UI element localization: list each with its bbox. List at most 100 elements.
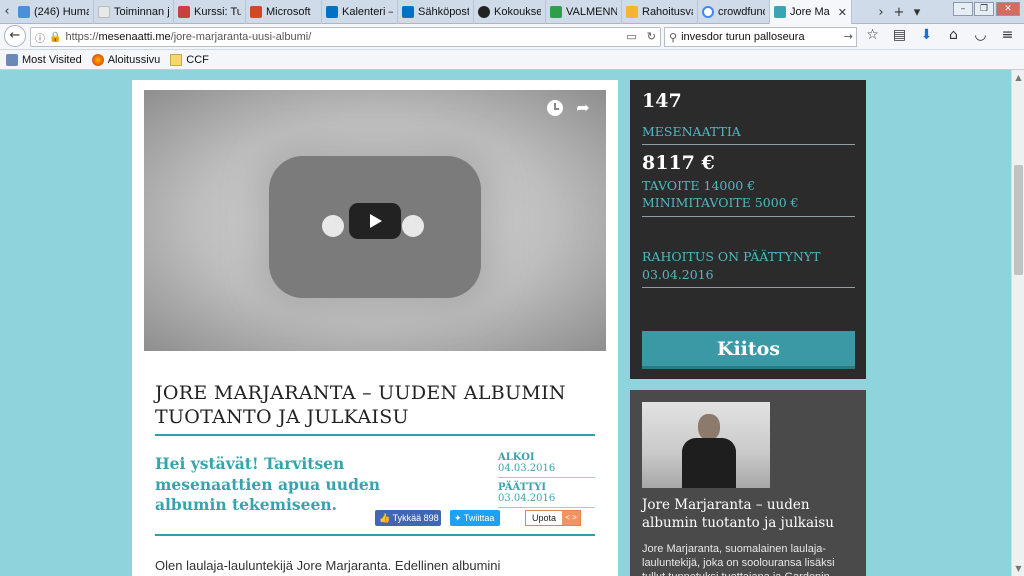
- tab[interactable]: Kalenteri –: [322, 0, 398, 24]
- url-prefix: https://: [65, 31, 99, 43]
- google-icon: [702, 6, 714, 18]
- play-button-icon[interactable]: [349, 203, 401, 239]
- artist-photo-body: [682, 438, 736, 488]
- end-date-label: PÄÄTTYI: [498, 482, 547, 493]
- firefox-icon: [91, 53, 104, 66]
- thumbs-up-icon: 👍: [379, 513, 391, 523]
- tweet-button[interactable]: ✦ Twiittaa: [450, 510, 500, 526]
- artist-photo-head: [698, 414, 720, 440]
- tab-favicon-icon: [98, 6, 110, 18]
- url-bar[interactable]: ⓘ 🔒 https://mesenaatti.me/jore-marjarant…: [30, 27, 661, 47]
- tab-favicon-icon: [178, 6, 190, 18]
- related-project-title[interactable]: Jore Marjaranta – uuden albumin tuotanto…: [642, 496, 857, 532]
- project-main-column: ➦ JORE MARJARANTA – UUDEN ALBUMIN TUOTAN…: [132, 80, 618, 576]
- watch-later-icon[interactable]: [547, 100, 563, 116]
- scroll-down-icon[interactable]: ▼: [1014, 564, 1023, 573]
- tab-scroll-left-icon[interactable]: ‹: [0, 3, 14, 21]
- minimize-icon[interactable]: –: [953, 2, 973, 16]
- project-title: JORE MARJARANTA – UUDEN ALBUMIN TUOTANTO…: [155, 382, 566, 428]
- bookmark-aloitussivu[interactable]: Aloitussivu: [91, 53, 160, 66]
- slides-icon: [626, 6, 638, 18]
- search-go-icon[interactable]: →: [844, 30, 853, 43]
- like-label: Tykkää: [392, 513, 422, 523]
- page-content: ➦ JORE MARJARANTA – UUDEN ALBUMIN TUOTAN…: [0, 70, 1011, 576]
- tab[interactable]: Kurssi: Tuo: [174, 0, 246, 24]
- funding-status: RAHOITUS ON PÄÄTTYNYT: [642, 249, 821, 264]
- tab-scroll-right-icon[interactable]: ›: [872, 5, 890, 20]
- start-date-value: 04.03.2016: [498, 463, 556, 474]
- window-close-icon[interactable]: ✕: [996, 2, 1020, 16]
- reload-icon[interactable]: ↻: [647, 30, 656, 43]
- tab-close-icon[interactable]: ✕: [838, 6, 847, 19]
- tab-favicon-icon: [18, 6, 30, 18]
- bookmarks-bar: Most Visited Aloitussivu CCF: [0, 50, 1024, 70]
- home-icon[interactable]: ⌂: [945, 27, 962, 43]
- embed-button[interactable]: Upota < >: [525, 510, 581, 526]
- project-dates: ALKOI 04.03.2016 PÄÄTTYI 03.04.2016: [498, 448, 595, 508]
- tab-label: Kurssi: Tuo: [194, 6, 241, 18]
- pocket-icon[interactable]: ◡: [972, 27, 989, 43]
- video-player[interactable]: ➦: [144, 90, 606, 351]
- tab-label: VALMENN: [566, 6, 617, 18]
- lock-icon: 🔒: [49, 31, 62, 43]
- divider: [642, 287, 855, 288]
- facebook-like-button[interactable]: 👍 Tykkää 898: [375, 510, 441, 526]
- start-date: ALKOI 04.03.2016: [498, 448, 595, 478]
- restore-icon[interactable]: ❐: [974, 2, 994, 16]
- tab[interactable]: Sähköposti: [398, 0, 474, 24]
- tab-list: (246) HumakP Toiminnan ja r Kurssi: Tuo …: [14, 0, 852, 24]
- search-input[interactable]: [681, 31, 842, 43]
- url-path: /jore-marjaranta-uusi-albumi/: [170, 31, 312, 43]
- url-text: https://mesenaatti.me/jore-marjaranta-uu…: [65, 31, 311, 43]
- code-icon: < >: [562, 511, 580, 525]
- divider: [642, 144, 855, 145]
- folder-icon: [170, 53, 183, 66]
- url-actions: ▭ ↻: [626, 30, 656, 43]
- back-arrow-icon[interactable]: ←: [4, 25, 26, 47]
- project-lead: Hei ystävät! Tarvitsen mesenaattien apua…: [155, 454, 381, 514]
- tab-label: crowdfund: [718, 6, 765, 18]
- new-tab-icon[interactable]: +: [890, 5, 908, 20]
- reader-view-icon[interactable]: ▭: [626, 30, 636, 43]
- share-icon[interactable]: ➦: [574, 99, 592, 117]
- scroll-up-icon[interactable]: ▲: [1014, 73, 1023, 82]
- tab[interactable]: Kokoukset: [474, 0, 546, 24]
- related-project-card[interactable]: Jore Marjaranta – uuden albumin tuotanto…: [630, 390, 866, 576]
- info-icon[interactable]: ⓘ: [35, 30, 45, 45]
- menu-icon[interactable]: ≡: [999, 27, 1016, 43]
- twitter-bird-icon: ✦: [454, 513, 462, 523]
- tab[interactable]: VALMENN: [546, 0, 622, 24]
- related-project-text: Jore Marjaranta, suomalainen laulaja-lau…: [642, 543, 835, 576]
- download-icon[interactable]: ⬇: [918, 27, 935, 43]
- funding-stats-panel: 147 MESENAATTIA 8117 € TAVOITE 14000 € M…: [630, 80, 866, 379]
- scrollbar-thumb[interactable]: [1014, 165, 1023, 275]
- bookmark-star-icon[interactable]: ☆: [864, 27, 881, 43]
- search-bar[interactable]: ⚲ →: [664, 27, 857, 47]
- backers-count: 147: [642, 90, 682, 112]
- tweet-label: Twiittaa: [463, 513, 495, 523]
- tab-list-chevron-icon[interactable]: ▾: [908, 5, 926, 20]
- divider: [155, 434, 595, 436]
- backers-label: MESENAATTIA: [642, 124, 741, 139]
- end-date-value: 03.04.2016: [498, 493, 556, 504]
- thanks-button[interactable]: Kiitos: [642, 331, 855, 369]
- placeholder-dot: [402, 215, 424, 237]
- tab[interactable]: Microsoft: [246, 0, 322, 24]
- bookmark-most-visited[interactable]: Most Visited: [6, 53, 82, 66]
- mesenaatti-icon: [774, 6, 786, 18]
- tab[interactable]: Toiminnan ja r: [94, 0, 174, 24]
- bookmark-label: CCF: [186, 53, 209, 66]
- drive-icon: [550, 6, 562, 18]
- start-date-label: ALKOI: [498, 452, 535, 463]
- calendar-icon: [326, 6, 338, 18]
- goal: TAVOITE 14000 €: [642, 178, 756, 193]
- page-scrollbar[interactable]: ▲ ▼: [1011, 70, 1024, 576]
- tab[interactable]: crowdfund: [698, 0, 770, 24]
- tab-label: Microsoft: [266, 6, 311, 18]
- bookmark-folder-ccf[interactable]: CCF: [170, 53, 209, 66]
- tab[interactable]: (246) HumakP: [14, 0, 94, 24]
- like-count: 898: [423, 513, 439, 523]
- tab-active[interactable]: Jore Ma ✕: [770, 0, 852, 24]
- reading-list-icon[interactable]: ▤: [891, 27, 908, 43]
- tab[interactable]: Rahoitusva: [622, 0, 698, 24]
